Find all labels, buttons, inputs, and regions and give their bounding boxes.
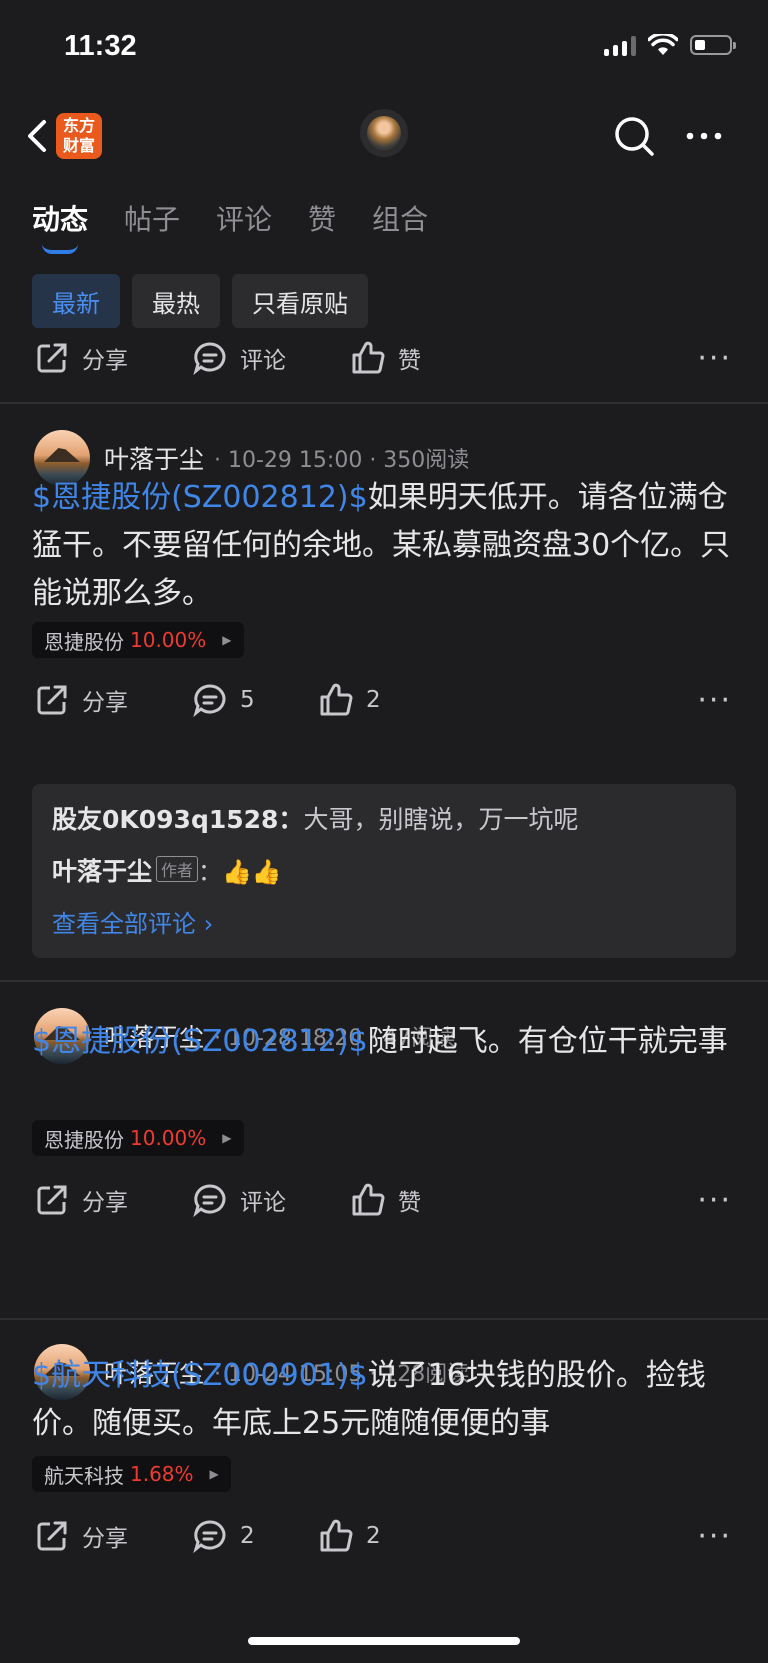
tab-posts[interactable]: 帖子 <box>124 198 180 238</box>
post-meta: · 10-29 15:00 · 350阅读 <box>214 448 470 473</box>
comment-icon <box>193 1184 226 1218</box>
thumbs-up-icon <box>352 1183 385 1216</box>
play-arrow-icon: ▶ <box>222 633 232 647</box>
stock-tag-link[interactable]: $恩捷股份(SZ002812)$ <box>32 480 368 515</box>
post-body[interactable]: $恩捷股份(SZ002812)$随时起飞。有仓位干就完事 <box>32 1018 736 1066</box>
post-more-icon[interactable]: ··· <box>697 683 732 718</box>
comment-icon <box>193 1520 226 1554</box>
stock-quote-chip[interactable]: 航天科技 1.68% ▶ <box>32 1456 231 1492</box>
post-more-icon[interactable]: ··· <box>697 341 732 376</box>
feed: 分享 评论 赞 ··· 叶落于尘 · 10-29 15:00 · 350阅读 $… <box>0 336 768 1663</box>
stock-quote-chip[interactable]: 恩捷股份 10.00% ▶ <box>32 1120 244 1156</box>
comment-button[interactable]: 5 <box>192 682 255 718</box>
share-icon <box>37 1521 67 1551</box>
post-actions: 分享 评论 赞 ··· <box>0 1170 768 1230</box>
comment-user[interactable]: 股友0K093q1528： <box>52 805 303 834</box>
comment-icon <box>193 684 226 718</box>
divider <box>0 980 768 982</box>
home-indicator[interactable] <box>248 1637 520 1645</box>
comment-item: 股友0K093q1528：大哥，别瞎说，万一坑呢 <box>52 805 579 834</box>
share-icon <box>37 343 67 373</box>
post-actions: 分享 评论 赞 ··· <box>0 336 768 388</box>
thumbs-up-icon <box>352 341 385 374</box>
like-button[interactable]: 2 <box>318 682 381 718</box>
tab-dynamic[interactable]: 动态 <box>32 198 88 254</box>
comment-button[interactable]: 2 <box>192 1518 255 1554</box>
status-time: 11:32 <box>64 30 137 62</box>
status-bar: 11:32 <box>0 0 768 100</box>
post-actions: 分享 2 2 ··· <box>0 1506 768 1566</box>
share-button[interactable]: 分享 <box>34 682 128 718</box>
author-badge: 作者 <box>156 856 199 882</box>
tab-portfolio[interactable]: 组合 <box>372 198 428 238</box>
view-all-comments-link[interactable]: 查看全部评论 › <box>52 904 213 939</box>
top-nav-bar: 东方 财富 <box>0 100 768 180</box>
filter-latest[interactable]: 最新 <box>32 274 120 328</box>
comment-button[interactable]: 评论 <box>192 1182 286 1218</box>
author-name[interactable]: 叶落于尘 <box>104 440 204 476</box>
signal-icon <box>604 34 636 56</box>
thumbs-up-icon <box>320 1519 353 1552</box>
comment-preview[interactable]: 股友0K093q1528：大哥，别瞎说，万一坑呢 叶落于尘 作者 ：👍👍 查看全部评… <box>32 784 736 958</box>
filter-hottest[interactable]: 最热 <box>132 274 220 328</box>
comment-button[interactable]: 评论 <box>192 340 286 376</box>
share-button[interactable]: 分享 <box>34 1182 128 1218</box>
battery-icon <box>690 35 736 55</box>
filter-original-only[interactable]: 只看原贴 <box>232 274 368 328</box>
wifi-icon <box>648 34 678 55</box>
thumbs-up-icon <box>320 683 353 716</box>
post-more-icon[interactable]: ··· <box>697 1519 732 1554</box>
share-icon <box>37 1185 67 1215</box>
comment-icon <box>193 342 226 376</box>
post-body[interactable]: $恩捷股份(SZ002812)$如果明天低开。请各位满仓猛干。不要留任何的余地。… <box>32 474 736 618</box>
stock-quote-chip[interactable]: 恩捷股份 10.00% ▶ <box>32 622 244 658</box>
more-menu-icon[interactable] <box>684 122 724 150</box>
divider <box>0 1318 768 1320</box>
stock-tag-link[interactable]: $航天科技(SZ000901)$ <box>32 1358 368 1393</box>
tab-comments[interactable]: 评论 <box>216 198 272 238</box>
post-body[interactable]: $航天科技(SZ000901)$说了16块钱的股价。捡钱价。随便买。年底上25元… <box>32 1352 736 1448</box>
divider <box>0 402 768 404</box>
stock-tag-link[interactable]: $恩捷股份(SZ002812)$ <box>32 1024 368 1059</box>
profile-tabs: 动态 帖子 评论 赞 组合 <box>32 198 428 254</box>
search-icon[interactable] <box>612 114 656 158</box>
like-button[interactable]: 赞 <box>350 340 421 376</box>
share-icon <box>37 685 67 715</box>
post-more-icon[interactable]: ··· <box>697 1183 732 1218</box>
comment-item: 叶落于尘 作者 ：👍👍 <box>52 856 282 886</box>
play-arrow-icon: ▶ <box>222 1131 232 1145</box>
post-actions: 分享 5 2 ··· <box>0 670 768 730</box>
comment-user[interactable]: 叶落于尘 <box>52 857 152 886</box>
back-arrow-icon[interactable] <box>18 116 58 156</box>
tab-likes[interactable]: 赞 <box>308 198 336 238</box>
like-button[interactable]: 赞 <box>350 1182 421 1218</box>
status-icons <box>604 34 736 56</box>
play-arrow-icon: ▶ <box>209 1467 219 1481</box>
share-button[interactable]: 分享 <box>34 340 128 376</box>
share-button[interactable]: 分享 <box>34 1518 128 1554</box>
filter-chips: 最新 最热 只看原贴 <box>32 274 368 328</box>
app-logo[interactable]: 东方 财富 <box>56 113 102 159</box>
profile-avatar[interactable] <box>360 109 408 157</box>
like-button[interactable]: 2 <box>318 1518 381 1554</box>
